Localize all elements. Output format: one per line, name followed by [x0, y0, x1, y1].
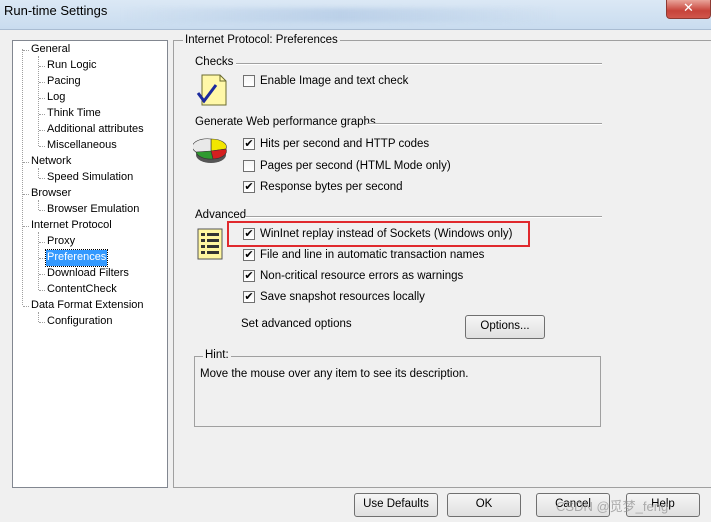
tree-item-miscellaneous[interactable]: Miscellaneous	[46, 138, 118, 154]
close-button[interactable]: ✕	[666, 0, 711, 19]
graphs-section-label: Generate Web performance graphs	[195, 116, 376, 128]
close-icon: ✕	[683, 1, 694, 16]
tree-connector-line	[39, 114, 45, 115]
tree-item-general[interactable]: General	[30, 42, 71, 58]
tree-connector-line	[23, 194, 29, 195]
hits-per-second-label: Hits per second and HTTP codes	[260, 138, 430, 150]
settings-tree[interactable]: General Run Logic Pacing Log Think Time Addit…	[12, 40, 168, 488]
response-bytes-label: Response bytes per second	[260, 181, 403, 193]
title-bar-blur	[120, 8, 560, 22]
tree-item-contentcheck[interactable]: ContentCheck	[46, 282, 118, 298]
noncritical-errors-label: Non-critical resource errors as warnings	[260, 270, 464, 282]
settings-list-icon	[197, 228, 223, 260]
window-title: Run-time Settings	[4, 3, 108, 18]
advanced-divider	[245, 216, 602, 218]
ok-button[interactable]: OK	[447, 493, 521, 517]
save-snapshot-label: Save snapshot resources locally	[260, 291, 425, 303]
hint-box	[194, 356, 601, 427]
tree-root-line	[22, 49, 23, 305]
tree-item-preferences[interactable]: Preferences	[44, 249, 109, 267]
graphs-divider	[367, 123, 602, 125]
check-mark-icon: ✔	[244, 227, 254, 240]
advanced-section-label: Advanced	[195, 209, 247, 221]
checks-divider	[236, 63, 602, 65]
watermark: CSDN @觅梦_feng	[556, 499, 669, 514]
tree-item-internet-protocol[interactable]: Internet Protocol	[30, 218, 113, 234]
tree-item-pacing[interactable]: Pacing	[46, 74, 82, 90]
tree-connector-line	[39, 82, 45, 83]
tree-item-speed-simulation[interactable]: Speed Simulation	[46, 170, 134, 186]
pages-per-second-label: Pages per second (HTML Mode only)	[260, 160, 451, 172]
tree-item-proxy[interactable]: Proxy	[46, 234, 76, 250]
tree-connector-line	[23, 306, 29, 307]
tree-item-browser-emulation[interactable]: Browser Emulation	[46, 202, 140, 218]
save-snapshot-checkbox[interactable]: ✔	[243, 291, 255, 303]
hint-caption: Hint:	[203, 349, 231, 361]
tree-item-run-logic[interactable]: Run Logic	[46, 58, 98, 74]
check-mark-icon: ✔	[244, 248, 254, 261]
check-mark-icon: ✔	[244, 137, 254, 150]
tree-connector-line	[23, 226, 29, 227]
tree-connector-line	[23, 162, 29, 163]
tree-connector-line	[39, 258, 45, 259]
tree-item-think-time[interactable]: Think Time	[46, 106, 102, 122]
panel-caption: Internet Protocol: Preferences	[183, 34, 340, 46]
tree-item-download-filters[interactable]: Download Filters	[46, 266, 130, 282]
tree-branch-line	[38, 232, 39, 290]
tree-item-configuration[interactable]: Configuration	[46, 314, 113, 330]
tree-connector-line	[39, 66, 45, 67]
tree-item-log[interactable]: Log	[46, 90, 66, 106]
pie-chart-icon	[193, 138, 227, 163]
tree-connector-line	[39, 146, 45, 147]
response-bytes-checkbox[interactable]: ✔	[243, 181, 255, 193]
tree-item-browser[interactable]: Browser	[30, 186, 72, 202]
tree-item-network[interactable]: Network	[30, 154, 72, 170]
check-mark-icon: ✔	[244, 290, 254, 303]
tree-connector-line	[23, 50, 29, 51]
checks-section-label: Checks	[195, 56, 234, 68]
check-mark-icon: ✔	[244, 180, 254, 193]
title-bar: Run-time Settings	[0, 0, 711, 30]
pages-per-second-checkbox[interactable]	[243, 160, 255, 172]
set-advanced-options-label: Set advanced options	[241, 318, 352, 330]
tree-connector-line	[39, 242, 45, 243]
use-defaults-button[interactable]: Use Defaults	[354, 493, 438, 517]
wininet-replay-checkbox[interactable]: ✔	[243, 228, 255, 240]
tree-connector-line	[39, 322, 45, 323]
options-button[interactable]: Options...	[465, 315, 545, 339]
tree-item-additional-attributes[interactable]: Additional attributes	[46, 122, 145, 138]
checklist-icon	[196, 74, 227, 106]
file-and-line-label: File and line in automatic transaction n…	[260, 249, 485, 261]
enable-image-check-checkbox[interactable]	[243, 75, 255, 87]
tree-branch-line	[38, 56, 39, 146]
enable-image-check-label: Enable Image and text check	[260, 75, 409, 87]
file-and-line-checkbox[interactable]: ✔	[243, 249, 255, 261]
tree-connector-line	[39, 290, 45, 291]
wininet-replay-label: WinInet replay instead of Sockets (Windo…	[260, 228, 513, 240]
check-mark-icon: ✔	[244, 269, 254, 282]
tree-item-data-format-extension[interactable]: Data Format Extension	[30, 298, 145, 314]
hits-per-second-checkbox[interactable]: ✔	[243, 138, 255, 150]
hint-text: Move the mouse over any item to see its …	[200, 368, 469, 380]
tree-connector-line	[39, 178, 45, 179]
tree-connector-line	[39, 98, 45, 99]
tree-connector-line	[39, 130, 45, 131]
tree-connector-line	[39, 210, 45, 211]
tree-connector-line	[39, 274, 45, 275]
noncritical-errors-checkbox[interactable]: ✔	[243, 270, 255, 282]
